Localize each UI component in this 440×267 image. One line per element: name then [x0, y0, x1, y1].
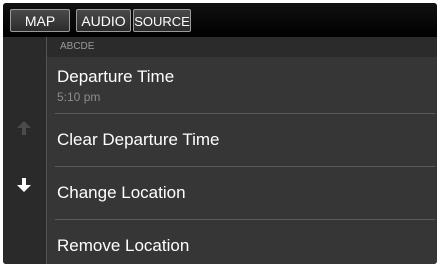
divider: [55, 219, 435, 220]
arrow-down-icon: [17, 178, 31, 192]
menu-item-label: Remove Location: [57, 236, 190, 255]
map-tab[interactable]: MAP: [10, 9, 70, 32]
menu-item-clear-departure-time[interactable]: Clear Departure Time: [47, 130, 437, 150]
source-tab[interactable]: SOURCE: [133, 9, 191, 32]
menu-item-label: Change Location: [57, 183, 186, 202]
menu-item-label: Clear Departure Time: [57, 130, 220, 149]
menu-item-remove-location[interactable]: Remove Location: [47, 236, 437, 256]
menu-item-change-location[interactable]: Change Location: [47, 183, 437, 203]
arrow-up-icon: [17, 121, 31, 135]
scroll-down-button[interactable]: [16, 177, 32, 198]
scroll-up-button[interactable]: [16, 120, 32, 141]
menu-item-departure-time[interactable]: Departure Time 5:10 pm: [47, 67, 437, 104]
menu-item-label: Departure Time: [57, 67, 175, 86]
departure-time-value: 5:10 pm: [57, 90, 101, 104]
divider: [55, 113, 435, 114]
divider: [55, 166, 435, 167]
audio-tab[interactable]: AUDIO: [76, 9, 131, 32]
breadcrumb: ABCDE: [47, 37, 437, 57]
top-bar: MAP AUDIO SOURCE: [3, 3, 437, 37]
scroll-column: [3, 37, 47, 264]
nav-screen: MAP AUDIO SOURCE ABCDE Departure Time 5:…: [3, 3, 437, 264]
menu-panel: ABCDE Departure Time 5:10 pm Clear Depar…: [47, 37, 437, 264]
